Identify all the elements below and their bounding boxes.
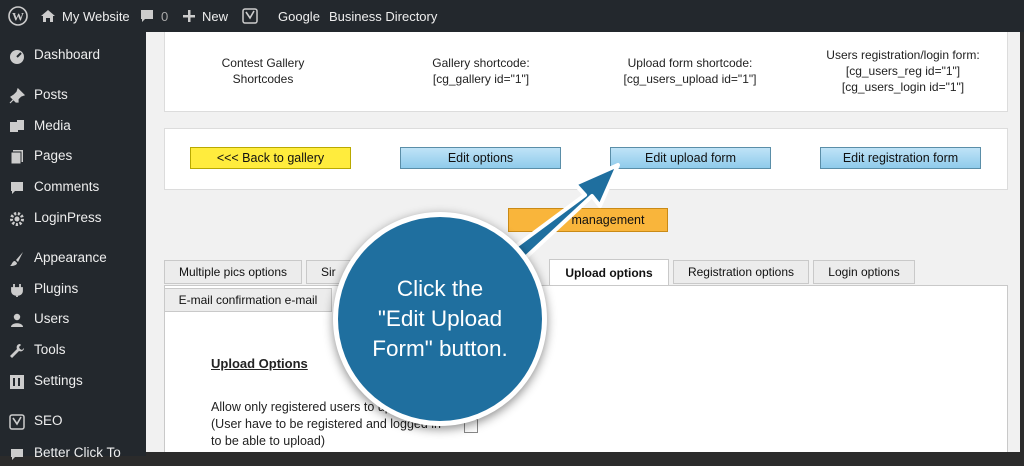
admin-bar: W My Website 0 New Google Business Direc… [0, 0, 1024, 32]
sidebar-item-label: Media [34, 118, 71, 133]
new-content-link[interactable]: New [182, 0, 228, 32]
business-directory-link[interactable]: Business Directory [329, 0, 437, 32]
back-to-gallery-button[interactable]: <<< Back to gallery [190, 147, 351, 169]
wordpress-logo-icon[interactable]: W [8, 0, 28, 32]
comments-link[interactable]: 0 [139, 0, 168, 32]
google-link[interactable]: Google [278, 0, 320, 32]
upload-shortcode-block: Upload form shortcode: [cg_users_upload … [615, 55, 765, 87]
upload-shortcode-title: Upload form shortcode: [627, 56, 753, 70]
comments-icon [8, 179, 26, 197]
callout-line-1: Click the [396, 276, 484, 301]
users-reg-shortcode-value: [cg_users_reg id="1"] [845, 64, 961, 78]
sidebar-item-label: SEO [34, 413, 63, 428]
sidebar-item-pages[interactable]: Pages [0, 145, 146, 169]
plus-icon [182, 9, 196, 23]
gallery-shortcode-value: [cg_gallery id="1"] [432, 72, 530, 86]
users-icon [8, 311, 26, 329]
upload-shortcode-value: [cg_users_upload id="1"] [623, 72, 757, 86]
sidebar-item-label: Comments [34, 179, 100, 194]
sidebar-item-label: Pages [34, 148, 73, 163]
sidebar-item-better-click-to[interactable]: Better Click To [0, 442, 146, 466]
actions-panel: <<< Back to gallery Edit options Edit up… [164, 128, 1008, 190]
dashboard-icon [8, 47, 26, 65]
sidebar-item-tools[interactable]: Tools [0, 339, 146, 363]
management-button[interactable]: management [508, 208, 668, 232]
sidebar-item-plugins[interactable]: Plugins [0, 278, 146, 302]
sidebar-item-label: Plugins [34, 281, 79, 296]
site-title: My Website [62, 8, 130, 24]
gear-icon [8, 210, 26, 228]
shortcodes-panel: Contest Gallery Shortcodes Gallery short… [164, 32, 1008, 112]
sidebar-item-dashboard[interactable]: Dashboard [0, 44, 146, 68]
tab-registration-options[interactable]: Registration options [673, 260, 809, 284]
contest-gallery-heading: Contest Gallery Shortcodes [203, 55, 323, 87]
users-login-shortcode-value: [cg_users_login id="1"] [841, 80, 965, 94]
tab-email-confirmation-label: E-mail confirmation e-mail [178, 293, 318, 307]
sidebar-item-label: Settings [34, 373, 83, 388]
sidebar-item-label: Tools [34, 342, 66, 357]
callout-line-2: "Edit Upload [377, 306, 503, 331]
sidebar-item-label: Better Click To [34, 445, 121, 460]
sidebar-item-label: Users [34, 311, 70, 326]
site-name-link[interactable]: My Website [40, 0, 130, 32]
wrench-icon [8, 342, 26, 360]
tab-login-options[interactable]: Login options [813, 260, 915, 284]
edit-registration-form-button[interactable]: Edit registration form [820, 147, 981, 169]
media-icon [8, 118, 26, 136]
users-shortcode-block: Users registration/login form: [cg_users… [813, 47, 993, 95]
contest-gallery-title: Contest Gallery [221, 56, 305, 70]
plug-icon [8, 281, 26, 299]
seo-icon [8, 413, 26, 431]
edit-options-button[interactable]: Edit options [400, 147, 561, 169]
sidebar-item-label: Appearance [34, 250, 107, 265]
pages-icon [8, 148, 26, 166]
sidebar-item-label: Dashboard [34, 47, 101, 62]
business-directory-label: Business Directory [329, 8, 438, 24]
comment-bubble-icon [139, 8, 155, 24]
sidebar-item-settings[interactable]: Settings [0, 370, 146, 394]
screenshot-frame: W My Website 0 New Google Business Direc… [0, 0, 1024, 460]
new-label: New [202, 8, 229, 24]
sidebar-item-posts[interactable]: Posts [0, 84, 146, 108]
callout-line-3: Form" button. [372, 336, 508, 361]
option-line-3: to be able to upload) [211, 434, 325, 448]
sidebar-item-loginpress[interactable]: LoginPress [0, 207, 146, 231]
google-label: Google [278, 8, 320, 24]
sidebar-item-seo[interactable]: SEO [0, 410, 146, 434]
click-icon [8, 445, 26, 463]
gallery-shortcode-title: Gallery shortcode: [432, 56, 530, 70]
comments-count: 0 [161, 8, 169, 24]
settings-icon [8, 373, 26, 391]
sidebar-item-label: Posts [34, 87, 68, 102]
main-content: Contest Gallery Shortcodes Gallery short… [146, 32, 1020, 452]
edit-upload-form-button[interactable]: Edit upload form [610, 147, 771, 169]
svg-text:W: W [12, 10, 24, 24]
pin-icon [8, 87, 26, 105]
admin-sidebar: Dashboard Posts Media Pages Comments Log… [0, 32, 146, 460]
tab-email-confirmation-overlay[interactable]: E-mail confirmation e-mail [164, 288, 332, 312]
sidebar-item-label: LoginPress [34, 210, 102, 225]
sidebar-item-users[interactable]: Users [0, 308, 146, 332]
tab-multiple-pics-options[interactable]: Multiple pics options [164, 260, 302, 284]
upload-options-title: Upload Options [211, 356, 308, 371]
contest-gallery-subtitle: Shortcodes [232, 72, 294, 86]
sidebar-item-comments[interactable]: Comments [0, 176, 146, 200]
tab-upload-options[interactable]: Upload options [549, 259, 669, 285]
users-shortcode-title: Users registration/login form: [826, 48, 980, 62]
instruction-callout: Click the "Edit Upload Form" button. [333, 212, 547, 426]
brush-icon [8, 250, 26, 268]
sidebar-item-appearance[interactable]: Appearance [0, 247, 146, 271]
home-icon [40, 8, 56, 24]
sidebar-item-media[interactable]: Media [0, 115, 146, 139]
yoast-icon[interactable] [242, 0, 258, 32]
gallery-shortcode-block: Gallery shortcode: [cg_gallery id="1"] [411, 55, 551, 87]
